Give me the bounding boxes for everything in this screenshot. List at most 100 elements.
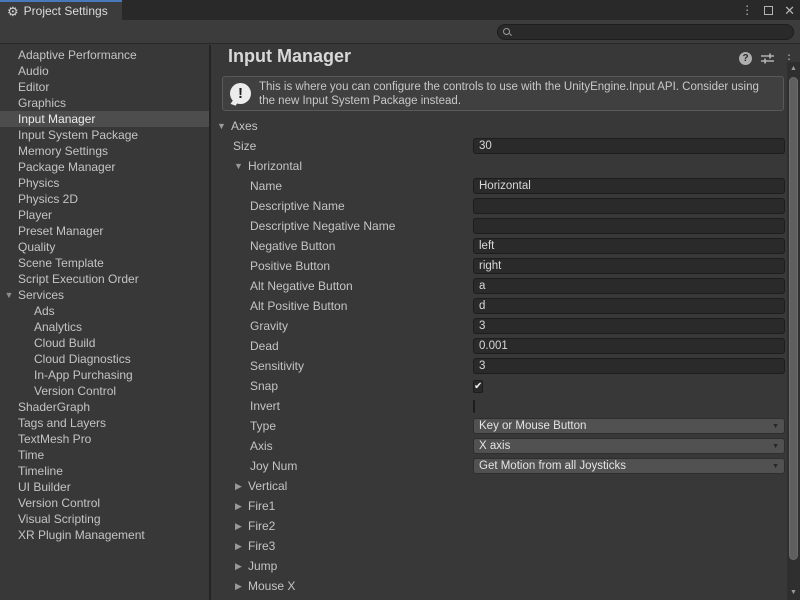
sidebar-item-label: Cloud Diagnostics [34, 352, 131, 366]
foldout-open-icon[interactable]: ▼ [4, 290, 14, 300]
sidebar-item-cloud-build[interactable]: Cloud Build [0, 335, 209, 351]
gravity-field[interactable] [473, 318, 785, 334]
foldout-closed-icon[interactable]: ▶ [233, 561, 244, 572]
scroll-down-arrow-icon[interactable]: ▼ [787, 587, 800, 599]
snap-checkbox[interactable]: ✔ [473, 380, 483, 393]
sidebar-item-analytics[interactable]: Analytics [0, 319, 209, 335]
sensitivity-field[interactable] [473, 358, 785, 374]
property-row-mouse-x: ▶ Mouse X [211, 576, 787, 596]
chevron-down-icon: ▼ [772, 423, 779, 430]
sidebar-item-version-control[interactable]: Version Control [0, 495, 209, 511]
type-dropdown[interactable]: Key or Mouse Button▼ [473, 418, 785, 434]
sidebar-item-cloud-diagnostics[interactable]: Cloud Diagnostics [0, 351, 209, 367]
scrollbar-thumb[interactable] [789, 77, 798, 560]
foldout-closed-icon[interactable]: ▶ [233, 481, 244, 492]
property-row-name: Name [211, 176, 787, 196]
name-field[interactable] [473, 178, 785, 194]
dead-field[interactable] [473, 338, 785, 354]
foldout-label[interactable]: Jump [248, 559, 277, 573]
size-field[interactable] [473, 138, 785, 154]
scroll-up-arrow-icon[interactable]: ▲ [787, 63, 800, 75]
sidebar-item-xr-plugin-management[interactable]: XR Plugin Management [0, 527, 209, 543]
sidebar-item-quality[interactable]: Quality [0, 239, 209, 255]
alt-positive-button-field[interactable] [473, 298, 785, 314]
tab-project-settings[interactable]: ⚙ Project Settings [0, 0, 122, 20]
invert-checkbox[interactable] [473, 400, 475, 413]
search-field[interactable] [497, 24, 794, 40]
descriptive-name-field[interactable] [473, 198, 785, 214]
sidebar-item-timeline[interactable]: Timeline [0, 463, 209, 479]
foldout-label[interactable]: Fire3 [248, 539, 275, 553]
sidebar-item-label: UI Builder [18, 480, 71, 494]
alt-negative-button-field[interactable] [473, 278, 785, 294]
sidebar-item-ui-builder[interactable]: UI Builder [0, 479, 209, 495]
sidebar-item-tags-and-layers[interactable]: Tags and Layers [0, 415, 209, 431]
foldout-closed-icon[interactable]: ▶ [233, 581, 244, 592]
sidebar-item-physics[interactable]: Physics [0, 175, 209, 191]
foldout-open-icon[interactable]: ▼ [216, 121, 227, 131]
window-maximize-button[interactable] [764, 4, 773, 17]
property-row-alt-positive-button: Alt Positive Button [211, 296, 787, 316]
vertical-scrollbar: ▲ ▼ [787, 62, 800, 600]
sidebar-item-label: Script Execution Order [18, 272, 139, 286]
foldout-label[interactable]: Fire2 [248, 519, 275, 533]
property-control: Get Motion from all Joysticks▼ [473, 458, 785, 474]
descriptive-negative-name-field[interactable] [473, 218, 785, 234]
sidebar-item-input-manager[interactable]: Input Manager [0, 111, 209, 127]
help-button[interactable]: ? [739, 52, 752, 65]
sidebar-item-label: Physics 2D [18, 192, 78, 206]
sidebar-item-services[interactable]: ▼Services [0, 287, 209, 303]
property-control [473, 358, 785, 374]
sidebar-item-shadergraph[interactable]: ShaderGraph [0, 399, 209, 415]
foldout-label[interactable]: Horizontal [248, 159, 302, 173]
sidebar-item-physics-2d[interactable]: Physics 2D [0, 191, 209, 207]
negative-button-field[interactable] [473, 238, 785, 254]
foldout-closed-icon[interactable]: ▶ [233, 521, 244, 532]
property-control [473, 398, 785, 414]
property-row-invert: Invert [211, 396, 787, 416]
sidebar-item-time[interactable]: Time [0, 447, 209, 463]
property-row-joy-num: Joy NumGet Motion from all Joysticks▼ [211, 456, 787, 476]
sidebar-item-visual-scripting[interactable]: Visual Scripting [0, 511, 209, 527]
presets-button[interactable] [761, 53, 774, 64]
gear-icon: ⚙ [7, 5, 19, 18]
window-close-button[interactable]: ✕ [784, 4, 795, 17]
sidebar-item-memory-settings[interactable]: Memory Settings [0, 143, 209, 159]
foldout-label[interactable]: Fire1 [248, 499, 275, 513]
foldout-closed-icon[interactable]: ▶ [233, 541, 244, 552]
axis-dropdown[interactable]: X axis▼ [473, 438, 785, 454]
page-title: Input Manager [228, 46, 351, 67]
search-input[interactable] [515, 25, 793, 39]
sidebar-item-input-system-package[interactable]: Input System Package [0, 127, 209, 143]
sidebar-item-audio[interactable]: Audio [0, 63, 209, 79]
joy-num-dropdown[interactable]: Get Motion from all Joysticks▼ [473, 458, 785, 474]
sidebar-item-in-app-purchasing[interactable]: In-App Purchasing [0, 367, 209, 383]
sidebar-item-package-manager[interactable]: Package Manager [0, 159, 209, 175]
sidebar-item-version-control[interactable]: Version Control [0, 383, 209, 399]
sidebar-item-graphics[interactable]: Graphics [0, 95, 209, 111]
sidebar-item-scene-template[interactable]: Scene Template [0, 255, 209, 271]
foldout-closed-icon[interactable]: ▶ [233, 501, 244, 512]
foldout-open-icon[interactable]: ▼ [233, 161, 244, 171]
foldout-label[interactable]: Vertical [248, 479, 287, 493]
property-row-positive-button: Positive Button [211, 256, 787, 276]
property-label: Gravity [250, 319, 288, 333]
sidebar-item-label: Memory Settings [18, 144, 108, 158]
sidebar-item-label: Ads [34, 304, 55, 318]
search-icon [503, 28, 511, 36]
property-label: Invert [250, 399, 280, 413]
sidebar-item-editor[interactable]: Editor [0, 79, 209, 95]
sidebar-item-preset-manager[interactable]: Preset Manager [0, 223, 209, 239]
sidebar-item-adaptive-performance[interactable]: Adaptive Performance [0, 47, 209, 63]
sidebar-item-player[interactable]: Player [0, 207, 209, 223]
foldout-label[interactable]: Mouse X [248, 579, 295, 593]
positive-button-field[interactable] [473, 258, 785, 274]
property-control: X axis▼ [473, 438, 785, 454]
window-menu-button[interactable]: ⋮ [741, 4, 753, 16]
help-box-text: This is where you can configure the cont… [259, 80, 783, 108]
sidebar-item-script-execution-order[interactable]: Script Execution Order [0, 271, 209, 287]
foldout-label[interactable]: Axes [231, 119, 258, 133]
sidebar-item-ads[interactable]: Ads [0, 303, 209, 319]
sidebar-item-textmesh-pro[interactable]: TextMesh Pro [0, 431, 209, 447]
sidebar-item-label: XR Plugin Management [18, 528, 145, 542]
